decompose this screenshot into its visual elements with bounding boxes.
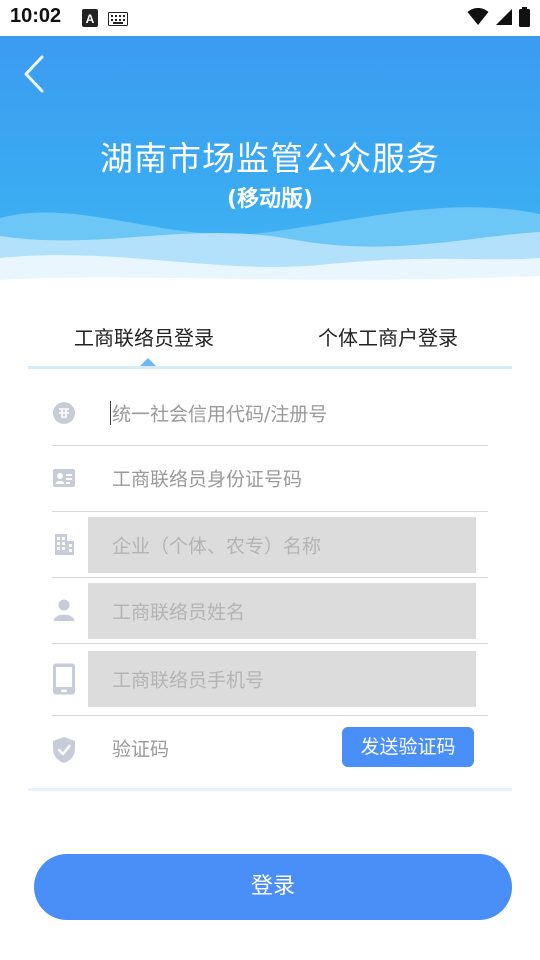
credit-code-placeholder: 统一社会信用代码/注册号: [112, 403, 328, 425]
form-bottom-border: [28, 788, 512, 791]
battery-icon: [519, 7, 530, 31]
tab-liaison-login[interactable]: 工商联络员登录: [74, 322, 214, 351]
status-bar: 10:02 A: [0, 0, 540, 36]
active-tab-indicator: [140, 358, 156, 366]
liaison-name-field: 工商联络员姓名: [52, 577, 488, 644]
status-time: 10:02: [10, 5, 62, 27]
verification-code-placeholder: 验证码: [112, 738, 170, 761]
header-banner: 湖南市场监管公众服务 (移动版): [0, 36, 540, 300]
liaison-name-placeholder: 工商联络员姓名: [112, 601, 246, 624]
company-name-input-disabled: 企业（个体、农专）名称: [88, 517, 476, 573]
tab-underline: [28, 366, 512, 369]
back-button[interactable]: [18, 54, 54, 94]
id-number-placeholder: 工商联络员身份证号码: [112, 468, 303, 491]
id-card-icon: [52, 466, 76, 490]
person-icon: [52, 598, 76, 622]
text-cursor: [110, 400, 111, 425]
signal-icon: [495, 8, 513, 30]
credit-code-field[interactable]: 统一社会信用代码/注册号: [52, 380, 488, 446]
liaison-name-input-disabled: 工商联络员姓名: [88, 583, 476, 639]
login-button[interactable]: 登录: [34, 854, 512, 920]
phone-placeholder: 工商联络员手机号: [112, 669, 265, 692]
login-form: 统一社会信用代码/注册号 工商联络员身份证号码 企业（个体、农专）名称 工商联络…: [28, 370, 512, 791]
keyboard-icon: [108, 11, 128, 30]
phone-icon: [52, 663, 76, 695]
page-title: 湖南市场监管公众服务: [100, 139, 440, 178]
svg-text:A: A: [86, 12, 95, 26]
company-name-field: 企业（个体、农专）名称: [52, 511, 488, 578]
wifi-icon: [467, 8, 489, 30]
login-tabs: 工商联络员登录 个体工商户登录: [28, 300, 512, 370]
shield-check-icon: [52, 736, 76, 763]
building-icon: [52, 532, 76, 556]
company-name-placeholder: 企业（个体、农专）名称: [112, 535, 322, 558]
font-a-icon: A: [82, 9, 98, 31]
status-notification-icons: A: [82, 9, 128, 31]
phone-field: 工商联络员手机号: [52, 643, 488, 716]
id-number-field[interactable]: 工商联络员身份证号码: [52, 445, 488, 512]
tab-individual-login[interactable]: 个体工商户登录: [318, 322, 458, 351]
status-system-icons: [467, 7, 530, 31]
chevron-left-icon: [24, 55, 44, 93]
id-code-icon: [52, 401, 76, 425]
verification-code-field[interactable]: 验证码 发送验证码: [52, 715, 488, 781]
phone-input-disabled: 工商联络员手机号: [88, 651, 476, 707]
page-subtitle: (移动版): [226, 187, 314, 212]
send-code-button[interactable]: 发送验证码: [342, 727, 474, 767]
